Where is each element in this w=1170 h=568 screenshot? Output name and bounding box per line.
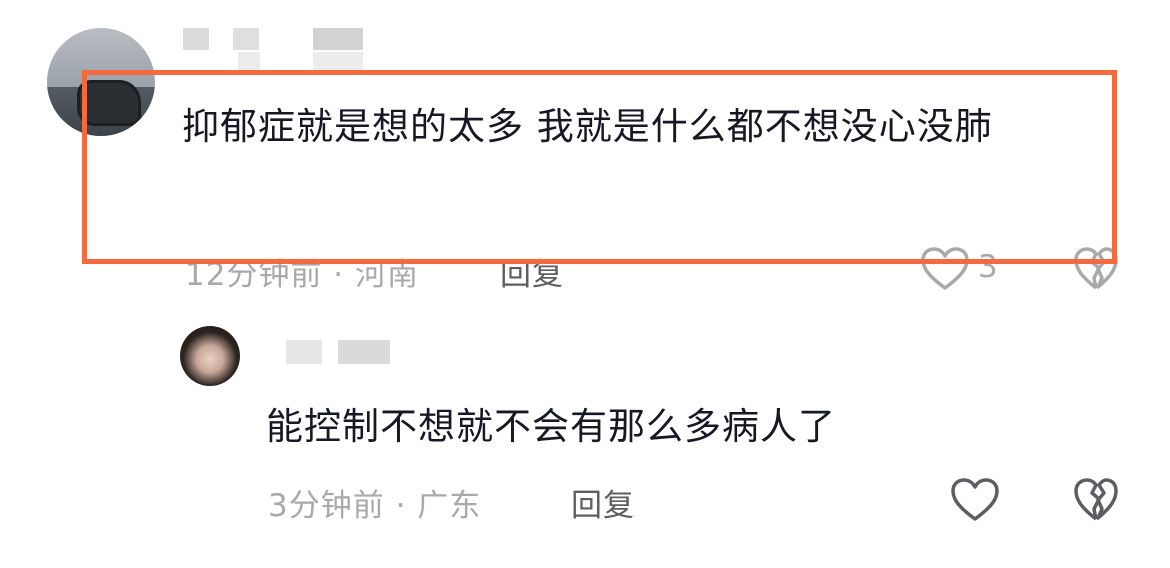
- comment-text: 抑郁症就是想的太多 我就是什么都不想没心没肺: [182, 105, 993, 148]
- broken-heart-icon[interactable]: [1073, 246, 1119, 292]
- blurred-username[interactable]: [286, 340, 322, 364]
- avatar[interactable]: [47, 28, 155, 136]
- comment-text: 能控制不想就不会有那么多病人了: [266, 405, 836, 448]
- blurred-username[interactable]: [233, 28, 259, 50]
- heart-outline-icon[interactable]: [920, 246, 970, 292]
- blurred-username: [238, 52, 260, 70]
- avatar[interactable]: [180, 326, 240, 386]
- like-count: 3: [978, 249, 998, 285]
- blurred-username: [313, 52, 363, 70]
- broken-heart-icon[interactable]: [1073, 477, 1119, 523]
- reply-button[interactable]: 回复: [500, 249, 564, 294]
- heart-outline-icon[interactable]: [950, 477, 1000, 523]
- blurred-username[interactable]: [313, 28, 363, 50]
- blurred-username[interactable]: [338, 340, 390, 364]
- comment-time-location: 3分钟前 · 广东: [268, 488, 482, 524]
- reply-button[interactable]: 回复: [571, 480, 635, 525]
- comment-thread: 抑郁症就是想的太多 我就是什么都不想没心没肺 12分钟前 · 河南 回复 3 能…: [0, 0, 1170, 568]
- comment-time-location: 12分钟前 · 河南: [185, 257, 420, 293]
- blurred-username[interactable]: [183, 28, 209, 50]
- avatar-car-mirror: [77, 80, 141, 126]
